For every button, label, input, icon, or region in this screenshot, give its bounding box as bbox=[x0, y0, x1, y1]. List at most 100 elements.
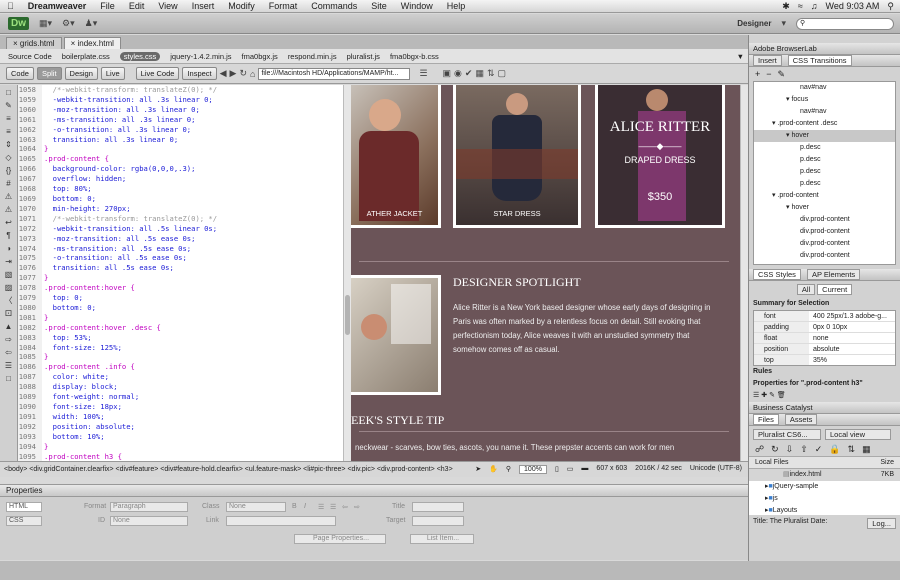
code-text[interactable]: bottom: 10%; bbox=[42, 432, 105, 442]
code-text[interactable]: .prod-content h3 { bbox=[42, 452, 122, 461]
menu-format[interactable]: Format bbox=[262, 1, 305, 11]
code-text[interactable]: font-size: 125%; bbox=[42, 343, 122, 353]
transition-tree-item[interactable]: div.prod-content bbox=[754, 226, 895, 238]
code-text[interactable]: background-color: rgba(0,0,0,.3); bbox=[42, 164, 196, 174]
put-files-icon[interactable]: ⇧ bbox=[800, 444, 808, 455]
remove-transition-icon[interactable]: − bbox=[766, 69, 771, 79]
title-input[interactable] bbox=[412, 502, 464, 512]
code-line[interactable]: 1059 -webkit-transition: all .3s linear … bbox=[18, 94, 343, 105]
remove-comment-icon[interactable]: ▨ bbox=[5, 282, 13, 294]
transition-tree-item[interactable]: nav#nav bbox=[754, 82, 895, 94]
class-select[interactable]: None bbox=[226, 502, 286, 512]
help-search-input[interactable]: ⚲ bbox=[796, 17, 894, 30]
new-rule-icon[interactable]: ✚ bbox=[761, 392, 767, 399]
multiscreen-icon[interactable]: ▣ bbox=[443, 68, 452, 79]
css-property-row[interactable]: position absolute bbox=[754, 344, 895, 355]
code-line[interactable]: 1061 -ms-transition: all .3s linear 0; bbox=[18, 114, 343, 125]
file-row[interactable]: ▸ ■ jQuery-sample bbox=[749, 481, 900, 493]
menu-file[interactable]: File bbox=[93, 1, 122, 11]
code-line[interactable]: 1082 .prod-content:hover .desc { bbox=[18, 322, 343, 333]
line-numbers-icon[interactable]: # bbox=[6, 178, 10, 190]
tab-css-styles[interactable]: CSS Styles bbox=[753, 269, 801, 280]
tab-files[interactable]: Files bbox=[753, 414, 779, 425]
visual-aids-icon[interactable]: ▦ bbox=[475, 68, 484, 79]
code-line[interactable]: 1085} bbox=[18, 352, 343, 363]
edit-rule-icon[interactable]: ✎ bbox=[769, 392, 775, 399]
file-management-icon[interactable]: ⇅ bbox=[487, 68, 495, 79]
select-parent-tag-icon[interactable]: ◇ bbox=[5, 152, 11, 164]
rules-heading[interactable]: Rules bbox=[749, 366, 900, 378]
code-line[interactable]: 1093 bottom: 10%; bbox=[18, 431, 343, 442]
code-line[interactable]: 1067 overflow: hidden; bbox=[18, 174, 343, 185]
menu-help[interactable]: Help bbox=[440, 1, 473, 11]
mobile-size-icon[interactable]: ▯ bbox=[555, 465, 559, 474]
code-text[interactable]: color: white; bbox=[42, 372, 109, 382]
code-line[interactable]: 1079 top: 0; bbox=[18, 293, 343, 303]
code-text[interactable]: -webkit-transition: all .3s linear 0; bbox=[42, 95, 213, 105]
code-text[interactable]: .prod-content { bbox=[42, 154, 109, 164]
transition-tree-item[interactable]: p.desc bbox=[754, 166, 895, 178]
code-text[interactable]: -moz-transition: all .5s ease 0s; bbox=[42, 234, 196, 244]
code-line[interactable]: 1076 transition: all .5s ease 0s; bbox=[18, 263, 343, 274]
auto-indent-icon[interactable]: ⇥ bbox=[5, 256, 12, 268]
syntax-error-icon[interactable]: ⚠ bbox=[5, 204, 12, 216]
css-property-value[interactable]: none bbox=[809, 333, 829, 343]
code-text[interactable]: min-height: 270px; bbox=[42, 204, 131, 214]
transition-tree-item[interactable]: p.desc bbox=[754, 154, 895, 166]
refresh-icon[interactable]: ↻ bbox=[771, 444, 779, 455]
css-property-value[interactable]: 0px 0 10px bbox=[809, 322, 847, 332]
menu-commands[interactable]: Commands bbox=[304, 1, 364, 11]
home-icon[interactable]: ⌂ bbox=[250, 69, 255, 79]
css-property-row[interactable]: top 35% bbox=[754, 355, 895, 365]
code-line[interactable]: 1075 -o-transition: all .5s ease 0s; bbox=[18, 253, 343, 264]
css-property-value[interactable]: 400 25px/1.3 adobe-g... bbox=[809, 311, 887, 321]
tab-css-transitions[interactable]: CSS Transitions bbox=[787, 55, 852, 66]
code-text[interactable]: bottom: 0; bbox=[42, 194, 96, 204]
indent-icon[interactable]: ⇨ bbox=[354, 503, 360, 511]
code-line[interactable]: 1078 .prod-content:hover { bbox=[18, 283, 343, 294]
code-text[interactable]: -ms-transition: all .3s linear 0; bbox=[42, 115, 196, 125]
open-documents-icon[interactable]: □ bbox=[6, 87, 11, 99]
address-field[interactable]: file:///Macintosh HD/Applications/MAMP/h… bbox=[258, 67, 411, 80]
outdent-icon[interactable]: ⇦ bbox=[342, 503, 348, 511]
transition-tree-item[interactable]: p.desc bbox=[754, 142, 895, 154]
title-icon[interactable]: ▢ bbox=[498, 68, 507, 79]
transition-tree-item[interactable]: ▾ .prod-content .desc bbox=[754, 118, 895, 130]
design-view-button[interactable]: Design bbox=[64, 67, 98, 80]
transition-tree-item[interactable]: nav#nav bbox=[754, 106, 895, 118]
code-text[interactable]: display: block; bbox=[42, 382, 118, 392]
close-icon[interactable]: × bbox=[71, 39, 76, 48]
code-text[interactable]: transition: all .3s linear 0; bbox=[42, 135, 179, 145]
product-image-jacket[interactable]: ATHER JACKET bbox=[351, 85, 441, 228]
code-text[interactable]: -o-transition: all .5s ease 0s; bbox=[42, 253, 187, 263]
code-line[interactable]: 1064} bbox=[18, 144, 343, 155]
related-file-source[interactable]: Source Code bbox=[8, 52, 52, 61]
apple-icon[interactable]:  bbox=[0, 1, 21, 11]
apply-comment-icon[interactable]: ▧ bbox=[5, 269, 13, 281]
related-file-pluralist[interactable]: pluralist.js bbox=[347, 52, 380, 61]
code-line[interactable]: 1081} bbox=[18, 312, 343, 323]
related-file-jquery[interactable]: jquery-1.4.2.min.js bbox=[170, 52, 231, 61]
css-mode-button[interactable]: CSS bbox=[6, 516, 42, 526]
summary-properties[interactable]: font 400 25px/1.3 adobe-g... padding 0px 0 … bbox=[753, 310, 896, 366]
tab-grids[interactable]: × grids.html bbox=[6, 37, 62, 49]
code-view-button[interactable]: Code bbox=[6, 67, 34, 80]
properties-header[interactable]: Properties bbox=[0, 485, 748, 497]
volume-icon[interactable]: ♫ bbox=[811, 1, 818, 11]
code-scrollbar-thumb[interactable] bbox=[345, 295, 350, 335]
code-line[interactable]: 1068 top: 80%; bbox=[18, 184, 343, 194]
code-text[interactable]: -moz-transition: all .3s linear 0; bbox=[42, 105, 200, 115]
file-row[interactable]: ▤ index.html 7KB bbox=[749, 469, 900, 481]
files-list[interactable]: ▤ index.html 7KB ▸ ■ jQuery-sample ▸ ■ js ▸ … bbox=[749, 469, 900, 515]
italic-button[interactable]: I bbox=[304, 503, 306, 510]
code-text[interactable]: } bbox=[42, 144, 48, 154]
link-input[interactable] bbox=[226, 516, 336, 526]
back-icon[interactable]: ◀ bbox=[220, 68, 227, 79]
code-line[interactable]: 1092 position: absolute; bbox=[18, 421, 343, 432]
code-line[interactable]: 1095 .prod-content h3 { bbox=[18, 451, 343, 461]
menu-edit[interactable]: Edit bbox=[122, 1, 152, 11]
transition-tree-item[interactable]: ▾ .prod-content bbox=[754, 190, 895, 202]
get-files-icon[interactable]: ⇩ bbox=[786, 444, 794, 455]
bold-button[interactable]: B bbox=[292, 503, 297, 510]
check-page-icon[interactable]: ✔ bbox=[465, 68, 473, 79]
